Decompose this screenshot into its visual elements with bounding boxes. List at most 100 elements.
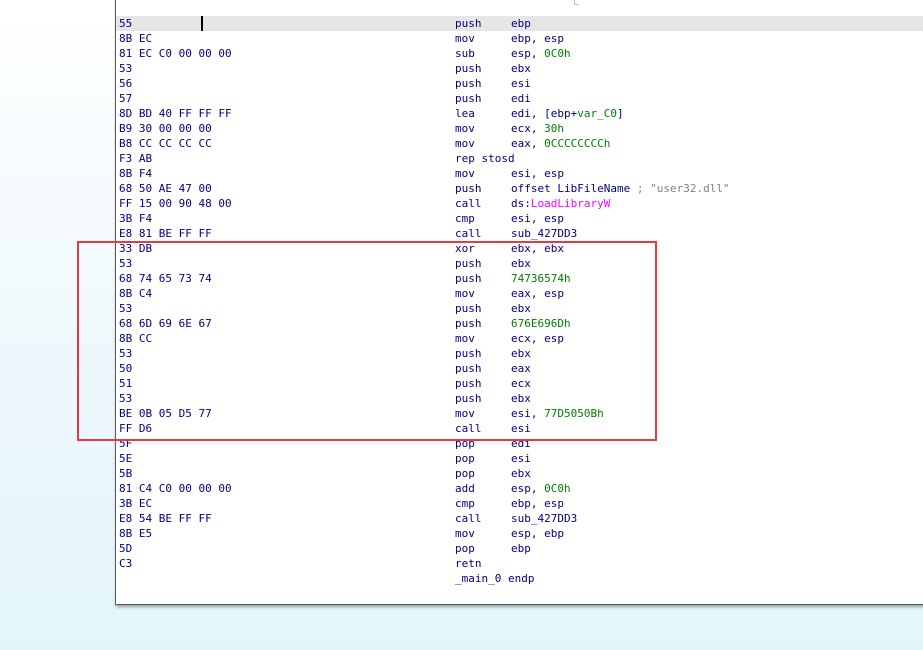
operand-token: 0C0h (544, 47, 571, 60)
instruction-operands: esi (511, 76, 531, 91)
operand-token: ebx (511, 257, 531, 270)
disasm-line[interactable]: B8 CC CC CC CC mov eax, 0CCCCCCCCh (116, 136, 923, 151)
disasm-line[interactable]: 55 push ebp (116, 16, 923, 31)
disasm-line[interactable]: 8D BD 40 FF FF FF lea edi, [ebp+var_C0] (116, 106, 923, 121)
instruction-mnemonic: add (455, 482, 475, 495)
instruction-operands: ecx (511, 376, 531, 391)
opcode-bytes: E8 54 BE FF FF (119, 512, 212, 525)
disasm-line[interactable]: 53 push ebx (116, 346, 923, 361)
disasm-line[interactable]: E8 81 BE FF FF call sub_427DD3 (116, 226, 923, 241)
operand-token: ebp, esp (511, 32, 564, 45)
disasm-line[interactable]: 5B pop ebx (116, 466, 923, 481)
instruction-operands: ebx (511, 346, 531, 361)
disasm-line[interactable]: 81 C4 C0 00 00 00 add esp, 0C0h (116, 481, 923, 496)
operand-token: esi (511, 452, 531, 465)
operand-token: ebx (511, 302, 531, 315)
instruction-operands: ebp (511, 541, 531, 556)
instruction-operands: ebx (511, 301, 531, 316)
disasm-line[interactable]: 8B CC mov ecx, esp (116, 331, 923, 346)
disasm-line[interactable]: _main_0 endp (116, 571, 923, 586)
disassembly-view[interactable]: 55 push ebp 8B EC mov ebp, esp 81 EC C0 00 00 … (115, 0, 923, 605)
operand-token: esp, ebp (511, 527, 564, 540)
disasm-line[interactable]: 53 push ebx (116, 391, 923, 406)
disasm-line[interactable]: 8B F4 mov esi, esp (116, 166, 923, 181)
disasm-line[interactable]: 53 push ebx (116, 61, 923, 76)
opcode-bytes: FF 15 00 90 48 00 (119, 197, 232, 210)
instruction-mnemonic: mov (455, 527, 475, 540)
operand-token: edi (511, 437, 531, 450)
disasm-line[interactable]: 68 50 AE 47 00 push offset LibFileName ; "… (116, 181, 923, 196)
disasm-line[interactable]: 51 push ecx (116, 376, 923, 391)
disasm-line[interactable]: 5E pop esi (116, 451, 923, 466)
disasm-line[interactable]: 81 EC C0 00 00 00 sub esp, 0C0h (116, 46, 923, 61)
disasm-line[interactable]: 33 DB xor ebx, ebx (116, 241, 923, 256)
operand-token: ; "user32.dll" (636, 182, 730, 195)
disasm-line[interactable]: 8B EC mov ebp, esp (116, 31, 923, 46)
instruction-operands: esp, ebp (511, 526, 564, 541)
opcode-bytes: 8B CC (119, 332, 153, 345)
instruction-operands: edi (511, 436, 531, 451)
opcode-bytes: 57 (119, 92, 133, 105)
instruction-operands: ebx (511, 61, 531, 76)
disasm-line[interactable]: 50 push eax (116, 361, 923, 376)
operand-token: ecx (511, 377, 531, 390)
disasm-line[interactable]: 68 74 65 73 74 push 74736574h (116, 271, 923, 286)
disasm-line[interactable]: BE 0B 05 D5 77 mov esi, 77D5050Bh (116, 406, 923, 421)
instruction-mnemonic: push (455, 392, 482, 405)
instruction-mnemonic: push (455, 77, 482, 90)
instruction-mnemonic: cmp (455, 497, 475, 510)
disasm-line[interactable]: 3B F4 cmp esi, esp (116, 211, 923, 226)
operand-token: 0C0h (544, 482, 571, 495)
instruction-mnemonic: push (455, 257, 482, 270)
instruction-operands: eax, 0CCCCCCCCh (511, 136, 610, 151)
opcode-bytes: 68 74 65 73 74 (119, 272, 212, 285)
opcode-bytes: 8B F4 (119, 167, 153, 180)
instruction-operands: esi, 77D5050Bh (511, 406, 604, 421)
instruction-operands: sub_427DD3 (511, 511, 577, 526)
instruction-operands: sub_427DD3 (511, 226, 577, 241)
operand-token: ] (616, 107, 624, 120)
disasm-line[interactable]: 53 push ebx (116, 256, 923, 271)
instruction-mnemonic: mov (455, 122, 475, 135)
instruction-mnemonic: mov (455, 32, 475, 45)
disasm-line[interactable]: 57 push edi (116, 91, 923, 106)
opcode-bytes: 33 DB (119, 242, 153, 255)
opcode-bytes: BE 0B 05 D5 77 (119, 407, 212, 420)
disasm-line[interactable]: FF D6 call esi (116, 421, 923, 436)
disasm-line[interactable]: E8 54 BE FF FF call sub_427DD3 (116, 511, 923, 526)
operand-token: esp, (511, 482, 545, 495)
instruction-mnemonic: pop (455, 437, 475, 450)
instruction-operands: offset LibFileName ; "user32.dll" (511, 181, 730, 196)
instruction-mnemonic: xor (455, 242, 475, 255)
instruction-operands: esi (511, 451, 531, 466)
disasm-line[interactable]: 8B E5 mov esp, ebp (116, 526, 923, 541)
instruction-mnemonic: lea (455, 107, 475, 120)
instruction-operands: ebp, esp (511, 31, 564, 46)
instruction-operands: esi (511, 421, 531, 436)
disasm-line[interactable]: 5F pop edi (116, 436, 923, 451)
operand-token: 676E696Dh (511, 317, 571, 330)
disasm-line[interactable]: 8B C4 mov eax, esp (116, 286, 923, 301)
disassembly-lines[interactable]: 55 push ebp 8B EC mov ebp, esp 81 EC C0 00 00 … (116, 16, 923, 586)
opcode-bytes: 3B F4 (119, 212, 153, 225)
disasm-line[interactable]: 5D pop ebp (116, 541, 923, 556)
opcode-bytes: 53 (119, 257, 133, 270)
instruction-mnemonic: pop (455, 452, 475, 465)
operand-token: ebx, ebx (511, 242, 564, 255)
disasm-line[interactable]: F3 AB rep stosd (116, 151, 923, 166)
disasm-line[interactable]: B9 30 00 00 00 mov ecx, 30h (116, 121, 923, 136)
disasm-line[interactable]: 53 push ebx (116, 301, 923, 316)
disasm-line[interactable]: 68 6D 69 6E 67 push 676E696Dh (116, 316, 923, 331)
opcode-bytes: 68 6D 69 6E 67 (119, 317, 212, 330)
disasm-line[interactable]: 3B EC cmp ebp, esp (116, 496, 923, 511)
opcode-bytes: 8B C4 (119, 287, 153, 300)
instruction-operands: esp, 0C0h (511, 481, 571, 496)
disasm-line[interactable]: 56 push esi (116, 76, 923, 91)
disasm-line[interactable]: FF 15 00 90 48 00 call ds:LoadLibraryW (116, 196, 923, 211)
instruction-mnemonic: _main_0 endp (455, 572, 535, 585)
instruction-mnemonic: call (455, 512, 482, 525)
operand-token: ebp (511, 17, 531, 30)
operand-token: offset LibFileName (511, 182, 637, 195)
disasm-line[interactable]: C3 retn (116, 556, 923, 571)
opcode-bytes: 5B (119, 467, 133, 480)
